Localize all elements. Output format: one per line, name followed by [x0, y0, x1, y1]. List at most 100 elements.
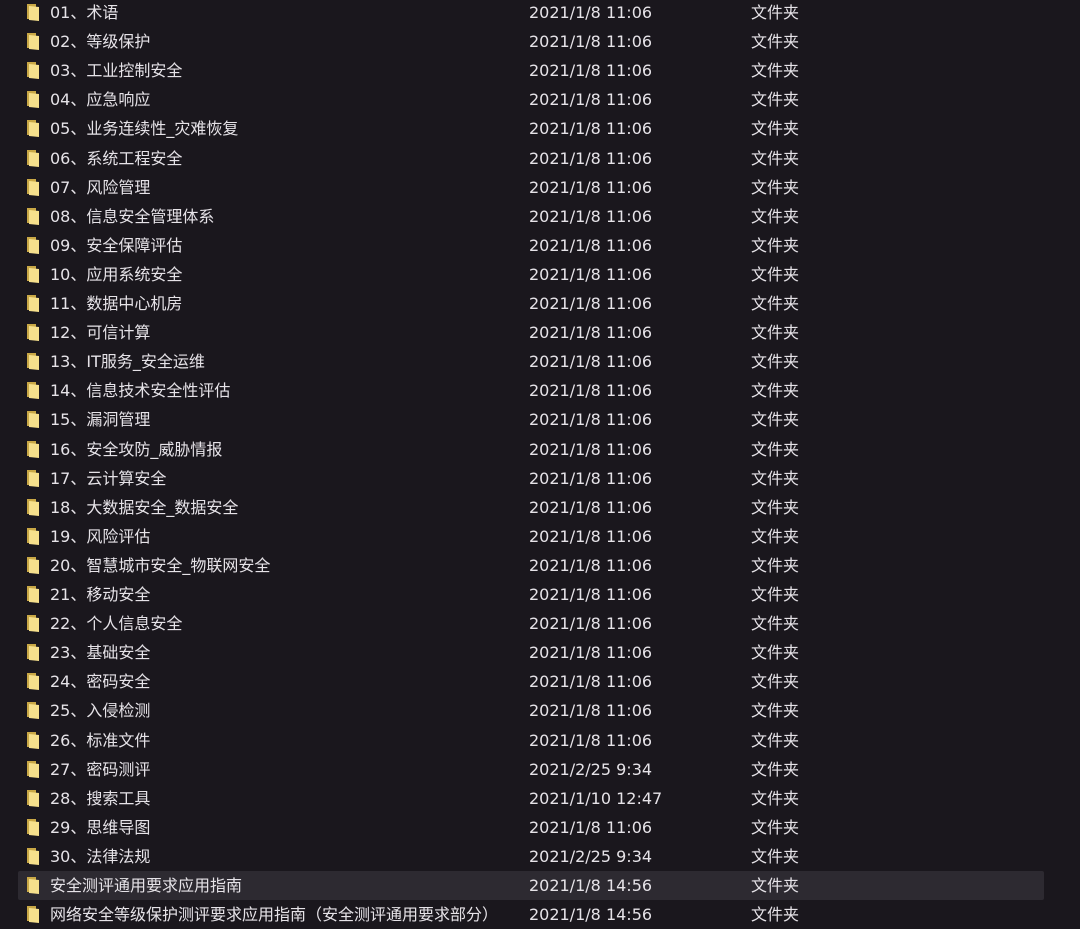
file-name: 23、基础安全 — [50, 643, 151, 663]
file-name: 20、智慧城市安全_物联网安全 — [50, 555, 271, 575]
file-row[interactable]: 09、安全保障评估 2021/1/8 11:06 文件夹 — [18, 231, 1044, 260]
folder-icon — [25, 759, 41, 779]
date-modified: 2021/1/8 11:06 — [529, 32, 653, 52]
file-row[interactable]: 04、应急响应 2021/1/8 11:06 文件夹 — [18, 85, 1044, 114]
date-modified: 2021/1/8 11:06 — [529, 90, 653, 110]
file-row[interactable]: 05、业务连续性_灾难恢复 2021/1/8 11:06 文件夹 — [18, 114, 1044, 143]
file-row[interactable]: 28、搜索工具 2021/1/10 12:47 文件夹 — [18, 784, 1044, 813]
file-row[interactable]: 12、可信计算 2021/1/8 11:06 文件夹 — [18, 318, 1044, 347]
folder-icon — [25, 264, 41, 284]
file-row[interactable]: 15、漏洞管理 2021/1/8 11:06 文件夹 — [18, 405, 1044, 434]
file-name: 13、IT服务_安全运维 — [50, 352, 205, 372]
folder-icon — [25, 497, 41, 517]
file-row[interactable]: 22、个人信息安全 2021/1/8 11:06 文件夹 — [18, 609, 1044, 638]
file-row[interactable]: 11、数据中心机房 2021/1/8 11:06 文件夹 — [18, 289, 1044, 318]
file-row[interactable]: 08、信息安全管理体系 2021/1/8 11:06 文件夹 — [18, 202, 1044, 231]
date-modified: 2021/2/25 9:34 — [529, 759, 653, 779]
folder-icon — [25, 613, 41, 633]
date-modified: 2021/1/8 11:06 — [529, 730, 653, 750]
file-type: 文件夹 — [751, 788, 800, 808]
date-modified: 2021/1/8 11:06 — [529, 410, 653, 430]
file-row[interactable]: 25、入侵检测 2021/1/8 11:06 文件夹 — [18, 696, 1044, 725]
file-type: 文件夹 — [751, 526, 800, 546]
date-modified: 2021/1/8 11:06 — [529, 585, 653, 604]
folder-icon — [25, 177, 41, 197]
folder-icon — [25, 31, 41, 51]
file-name: 24、密码安全 — [50, 672, 151, 692]
date-modified: 2021/1/10 12:47 — [529, 788, 663, 808]
file-type: 文件夹 — [751, 177, 800, 197]
file-type: 文件夹 — [751, 264, 800, 284]
folder-icon — [25, 788, 41, 808]
file-row[interactable]: 23、基础安全 2021/1/8 11:06 文件夹 — [18, 638, 1044, 667]
file-row[interactable]: 19、风险评估 2021/1/8 11:06 文件夹 — [18, 522, 1044, 551]
date-modified: 2021/1/8 11:06 — [529, 235, 653, 255]
file-type: 文件夹 — [751, 32, 800, 52]
folder-icon — [25, 817, 41, 837]
file-name: 01、术语 — [50, 3, 119, 22]
folder-icon — [25, 235, 41, 255]
file-type: 文件夹 — [751, 439, 800, 459]
date-modified: 2021/1/8 11:06 — [529, 555, 653, 575]
date-modified: 2021/1/8 11:06 — [529, 61, 653, 81]
file-row[interactable]: 30、法律法规 2021/2/25 9:34 文件夹 — [18, 842, 1044, 871]
file-row[interactable]: 13、IT服务_安全运维 2021/1/8 11:06 文件夹 — [18, 347, 1044, 376]
date-modified: 2021/1/8 11:06 — [529, 3, 653, 22]
folder-icon — [25, 89, 41, 109]
file-name: 19、风险评估 — [50, 526, 151, 546]
file-name: 11、数据中心机房 — [50, 294, 183, 313]
file-row[interactable]: 29、思维导图 2021/1/8 11:06 文件夹 — [18, 813, 1044, 842]
folder-icon — [25, 351, 41, 371]
file-row[interactable]: 02、等级保护 2021/1/8 11:06 文件夹 — [18, 27, 1044, 56]
file-type: 文件夹 — [751, 235, 800, 255]
date-modified: 2021/1/8 11:06 — [529, 817, 653, 837]
file-name: 05、业务连续性_灾难恢复 — [50, 119, 239, 139]
date-modified: 2021/1/8 11:06 — [529, 526, 653, 546]
file-row[interactable]: 20、智慧城市安全_物联网安全 2021/1/8 11:06 文件夹 — [18, 551, 1044, 580]
date-modified: 2021/1/8 11:06 — [529, 323, 653, 343]
date-modified: 2021/1/8 11:06 — [529, 701, 653, 721]
date-modified: 2021/1/8 11:06 — [529, 148, 653, 168]
folder-icon — [25, 118, 41, 138]
file-row[interactable]: 06、系统工程安全 2021/1/8 11:06 文件夹 — [18, 144, 1044, 173]
file-type: 文件夹 — [751, 61, 800, 81]
file-row[interactable]: 10、应用系统安全 2021/1/8 11:06 文件夹 — [18, 260, 1044, 289]
file-row[interactable]: 14、信息技术安全性评估 2021/1/8 11:06 文件夹 — [18, 376, 1044, 405]
file-type: 文件夹 — [751, 555, 800, 575]
file-row[interactable]: 27、密码测评 2021/2/25 9:34 文件夹 — [18, 755, 1044, 784]
file-type: 文件夹 — [751, 352, 800, 372]
file-row[interactable]: 网络安全等级保护测评要求应用指南（安全测评通用要求部分） 2021/1/8 14:… — [18, 900, 1044, 929]
file-row[interactable]: 16、安全攻防_威胁情报 2021/1/8 11:06 文件夹 — [18, 435, 1044, 464]
folder-icon — [25, 439, 41, 459]
file-name: 27、密码测评 — [50, 759, 151, 779]
file-row[interactable]: 24、密码安全 2021/1/8 11:06 文件夹 — [18, 667, 1044, 696]
date-modified: 2021/1/8 11:06 — [529, 119, 653, 139]
folder-icon — [25, 409, 41, 429]
file-name: 15、漏洞管理 — [50, 410, 151, 430]
file-name: 30、法律法规 — [50, 846, 151, 866]
file-row[interactable]: 01、术语 2021/1/8 11:06 文件夹 — [18, 0, 1044, 27]
date-modified: 2021/1/8 11:06 — [529, 672, 653, 692]
file-name: 22、个人信息安全 — [50, 614, 183, 634]
file-row[interactable]: 18、大数据安全_数据安全 2021/1/8 11:06 文件夹 — [18, 493, 1044, 522]
folder-icon — [25, 700, 41, 720]
file-row[interactable]: 17、云计算安全 2021/1/8 11:06 文件夹 — [18, 464, 1044, 493]
file-row[interactable]: 21、移动安全 2021/1/8 11:06 文件夹 — [18, 580, 1044, 609]
folder-icon — [25, 322, 41, 342]
file-row[interactable]: 03、工业控制安全 2021/1/8 11:06 文件夹 — [18, 56, 1044, 85]
file-type: 文件夹 — [751, 672, 800, 692]
file-name: 12、可信计算 — [50, 323, 151, 343]
file-name: 25、入侵检测 — [50, 701, 151, 721]
file-name: 10、应用系统安全 — [50, 264, 183, 284]
file-row[interactable]: 26、标准文件 2021/1/8 11:06 文件夹 — [18, 726, 1044, 755]
folder-icon — [25, 555, 41, 575]
file-row[interactable]: 安全测评通用要求应用指南 2021/1/8 14:56 文件夹 — [18, 871, 1044, 900]
date-modified: 2021/1/8 11:06 — [529, 177, 653, 197]
file-type: 文件夹 — [751, 148, 800, 168]
file-name: 18、大数据安全_数据安全 — [50, 497, 239, 517]
folder-icon — [25, 206, 41, 226]
file-type: 文件夹 — [751, 294, 800, 313]
file-row[interactable]: 07、风险管理 2021/1/8 11:06 文件夹 — [18, 173, 1044, 202]
date-modified: 2021/1/8 11:06 — [529, 468, 653, 488]
file-type: 文件夹 — [751, 3, 800, 22]
